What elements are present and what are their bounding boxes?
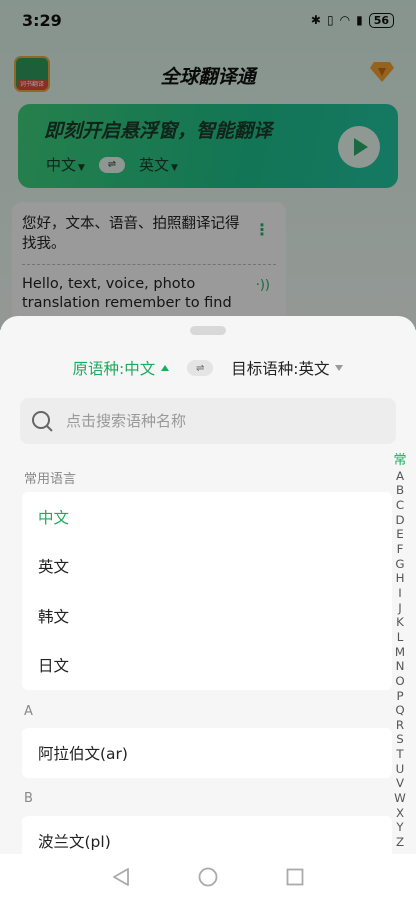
- index-letter[interactable]: C: [396, 498, 404, 513]
- index-letter[interactable]: H: [396, 571, 405, 586]
- language-search-input[interactable]: [66, 412, 366, 430]
- list-item[interactable]: 日文: [22, 641, 392, 691]
- index-letter[interactable]: 常: [393, 453, 406, 469]
- target-language-tab[interactable]: 目标语种:英文: [231, 357, 344, 379]
- index-letter[interactable]: J: [398, 601, 401, 616]
- list-item[interactable]: 中文: [22, 492, 392, 542]
- index-letter[interactable]: Z: [396, 835, 404, 850]
- a-language-list: 阿拉伯文(ar): [22, 728, 392, 778]
- index-letter[interactable]: M: [395, 645, 405, 660]
- sheet-language-switch: 原语种:中文 ⇌ 目标语种:英文: [0, 356, 416, 380]
- caret-up-icon: [161, 365, 170, 371]
- index-letter[interactable]: Q: [395, 703, 404, 718]
- index-letter[interactable]: U: [396, 762, 405, 777]
- index-letter[interactable]: E: [396, 527, 403, 542]
- list-item[interactable]: 阿拉伯文(ar): [22, 728, 392, 778]
- list-item[interactable]: 英文: [22, 542, 392, 592]
- index-letter[interactable]: D: [395, 513, 404, 528]
- index-letter[interactable]: T: [396, 747, 403, 762]
- index-letter[interactable]: F: [397, 542, 404, 557]
- section-label-a: A: [24, 704, 33, 719]
- nav-home-icon[interactable]: [198, 867, 218, 887]
- language-search-box[interactable]: [20, 398, 396, 444]
- index-letter[interactable]: S: [396, 732, 404, 747]
- system-nav-bar: [0, 854, 416, 900]
- list-item[interactable]: 韩文: [22, 591, 392, 641]
- index-letter[interactable]: L: [397, 630, 404, 645]
- nav-back-icon[interactable]: [112, 867, 130, 887]
- index-letter[interactable]: V: [396, 776, 404, 791]
- index-letter[interactable]: O: [395, 674, 404, 689]
- alphabet-index-bar[interactable]: 常ABCDEFGHIJKLMNOPQRSTUVWXYZ: [392, 453, 408, 850]
- source-language-label: 原语种:中文: [72, 360, 156, 378]
- index-letter[interactable]: X: [396, 806, 404, 821]
- index-letter[interactable]: I: [398, 586, 401, 601]
- index-letter[interactable]: P: [396, 689, 403, 704]
- swap-languages-icon[interactable]: ⇌: [187, 360, 214, 376]
- index-letter[interactable]: W: [394, 791, 406, 806]
- index-letter[interactable]: N: [396, 659, 405, 674]
- modal-scrim[interactable]: [0, 0, 416, 330]
- target-language-label: 目标语种:英文: [231, 360, 330, 378]
- index-letter[interactable]: G: [395, 557, 404, 572]
- search-icon: [32, 411, 52, 431]
- index-letter[interactable]: B: [396, 483, 404, 498]
- sheet-drag-handle[interactable]: [190, 326, 226, 335]
- nav-recents-icon[interactable]: [286, 868, 304, 886]
- index-letter[interactable]: K: [396, 615, 404, 630]
- common-language-list: 中文 英文 韩文 日文: [22, 492, 392, 690]
- section-label-common: 常用语言: [24, 472, 77, 487]
- index-letter[interactable]: R: [396, 718, 404, 733]
- section-label-b: B: [24, 791, 33, 806]
- caret-down-icon: [335, 365, 344, 371]
- index-letter[interactable]: A: [396, 469, 404, 484]
- index-letter[interactable]: Y: [396, 820, 403, 835]
- language-picker-sheet: 原语种:中文 ⇌ 目标语种:英文 常用语言 中文 英文 韩文 日文 A 阿拉伯文…: [0, 316, 416, 900]
- source-language-tab[interactable]: 原语种:中文: [73, 357, 170, 379]
